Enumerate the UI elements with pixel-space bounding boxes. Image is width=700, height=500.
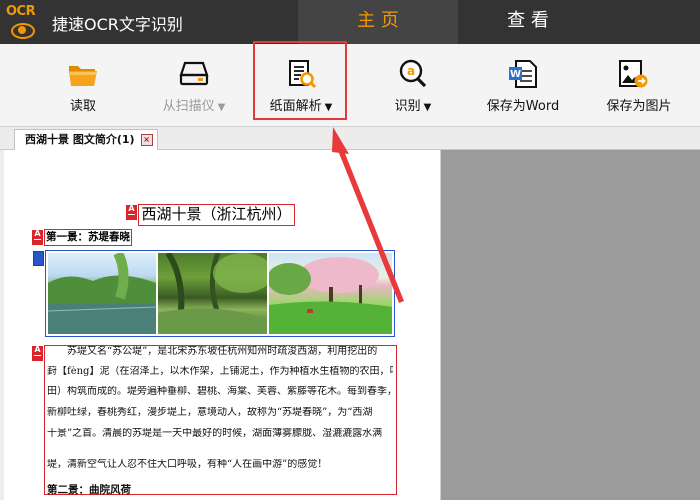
paragraph-line: 葑【fèng】泥（在沼泽上，以木作架，上铺泥土，作为种植水生植物的农田，叫葑 xyxy=(47,366,393,377)
scan-dropdown-icon: ▼ xyxy=(217,102,226,113)
read-button[interactable]: 读取 xyxy=(48,44,118,126)
scan-label: 从扫描仪 ▼ xyxy=(146,95,242,114)
svg-text:W: W xyxy=(510,69,521,80)
word-file-icon: W xyxy=(509,60,537,88)
willow-path-photo xyxy=(158,253,267,334)
recognize-label-text: 识别 xyxy=(394,99,421,114)
marker-glyph: A xyxy=(128,205,135,213)
recognize-dropdown-icon: ▼ xyxy=(423,102,432,113)
paragraph-region[interactable]: 苏堤又名“苏公堤”，是北宋苏东坡任杭州知州时疏浚西湖，利用挖出的 葑【fèng】… xyxy=(44,345,397,496)
save-word-label: 保存为Word xyxy=(486,99,560,114)
folder-icon xyxy=(69,66,97,86)
svg-text:a: a xyxy=(407,64,415,78)
marker-glyph: A xyxy=(34,346,41,354)
lake-willow-photo xyxy=(48,253,156,334)
image-file-icon xyxy=(619,60,648,88)
scan-label-text: 从扫描仪 xyxy=(162,99,215,114)
close-icon[interactable]: × xyxy=(140,134,153,146)
highlight-box xyxy=(253,41,347,120)
text-region-marker-icon[interactable]: A xyxy=(32,230,43,245)
recognize-magnifier-icon: a xyxy=(399,59,427,88)
read-label: 读取 xyxy=(69,99,96,114)
document-tab-label: 西湖十景 图文简介(1) xyxy=(25,133,135,146)
tab-view[interactable]: 查 看 xyxy=(458,0,598,44)
paragraph-line: 十景”之首。清晨的苏堤是一天中最好的时候，湖面薄雾朦胧、湿漉漉露水满 xyxy=(47,428,383,439)
marker-glyph: A xyxy=(34,230,41,238)
paragraph-line: 堤，清新空气让人忍不住大口呼吸，有种“人在画中游”的感觉！ xyxy=(47,459,328,470)
image-region[interactable] xyxy=(45,250,395,337)
logo-text: OCR xyxy=(6,4,36,19)
scanner-icon xyxy=(179,61,209,86)
app-title: 捷速OCR文字识别 xyxy=(52,15,183,34)
scan-button[interactable]: 从扫描仪 ▼ xyxy=(146,44,242,126)
title-bar: OCR 捷速OCR文字识别 主 页 查 看 xyxy=(0,0,700,44)
text-region-marker-icon[interactable]: A xyxy=(126,205,137,220)
scene2-heading: 第二景：曲院风荷 xyxy=(47,484,131,496)
image-region-marker-icon[interactable] xyxy=(33,251,44,266)
eye-pupil xyxy=(18,26,26,34)
text-region-marker-icon[interactable]: A xyxy=(32,346,43,361)
save-image-label: 保存为图片 xyxy=(606,99,672,114)
paragraph-line: 田）构筑而成的。堤旁遍种垂柳、碧桃、海棠、芙蓉、紫藤等花木。每到春季， xyxy=(47,386,393,397)
document-tab-bar: 西湖十景 图文简介(1) × xyxy=(0,127,700,150)
document-tab[interactable]: 西湖十景 图文简介(1) × xyxy=(14,129,158,150)
scene1-heading[interactable]: 第一景：苏堤春晓 xyxy=(44,229,132,246)
paragraph-line: 新柳吐绿，春桃秀红，漫步堤上，意境动人，故称为“苏堤春晓”，为“西湖 xyxy=(47,407,373,418)
paragraph-line: 苏堤又名“苏公堤”，是北宋苏东坡任杭州知州时疏浚西湖，利用挖出的 xyxy=(67,346,378,357)
document-title[interactable]: 西湖十景（浙江杭州） xyxy=(138,204,295,226)
save-word-button[interactable]: W 保存为Word xyxy=(476,44,570,126)
preview-panel xyxy=(441,150,700,500)
save-image-button[interactable]: 保存为图片 xyxy=(592,44,686,126)
tab-home[interactable]: 主 页 xyxy=(298,0,458,44)
recognize-label: 识别 ▼ xyxy=(378,95,448,114)
ribbon-toolbar: 读取 从扫描仪 ▼ 纸面解析 ▼ a 识别 ▼ W 保存为Word 保存为图片 xyxy=(0,44,700,127)
blossom-park-photo xyxy=(269,253,392,334)
app-logo: OCR xyxy=(6,4,42,40)
recognize-button[interactable]: a 识别 ▼ xyxy=(378,44,448,126)
